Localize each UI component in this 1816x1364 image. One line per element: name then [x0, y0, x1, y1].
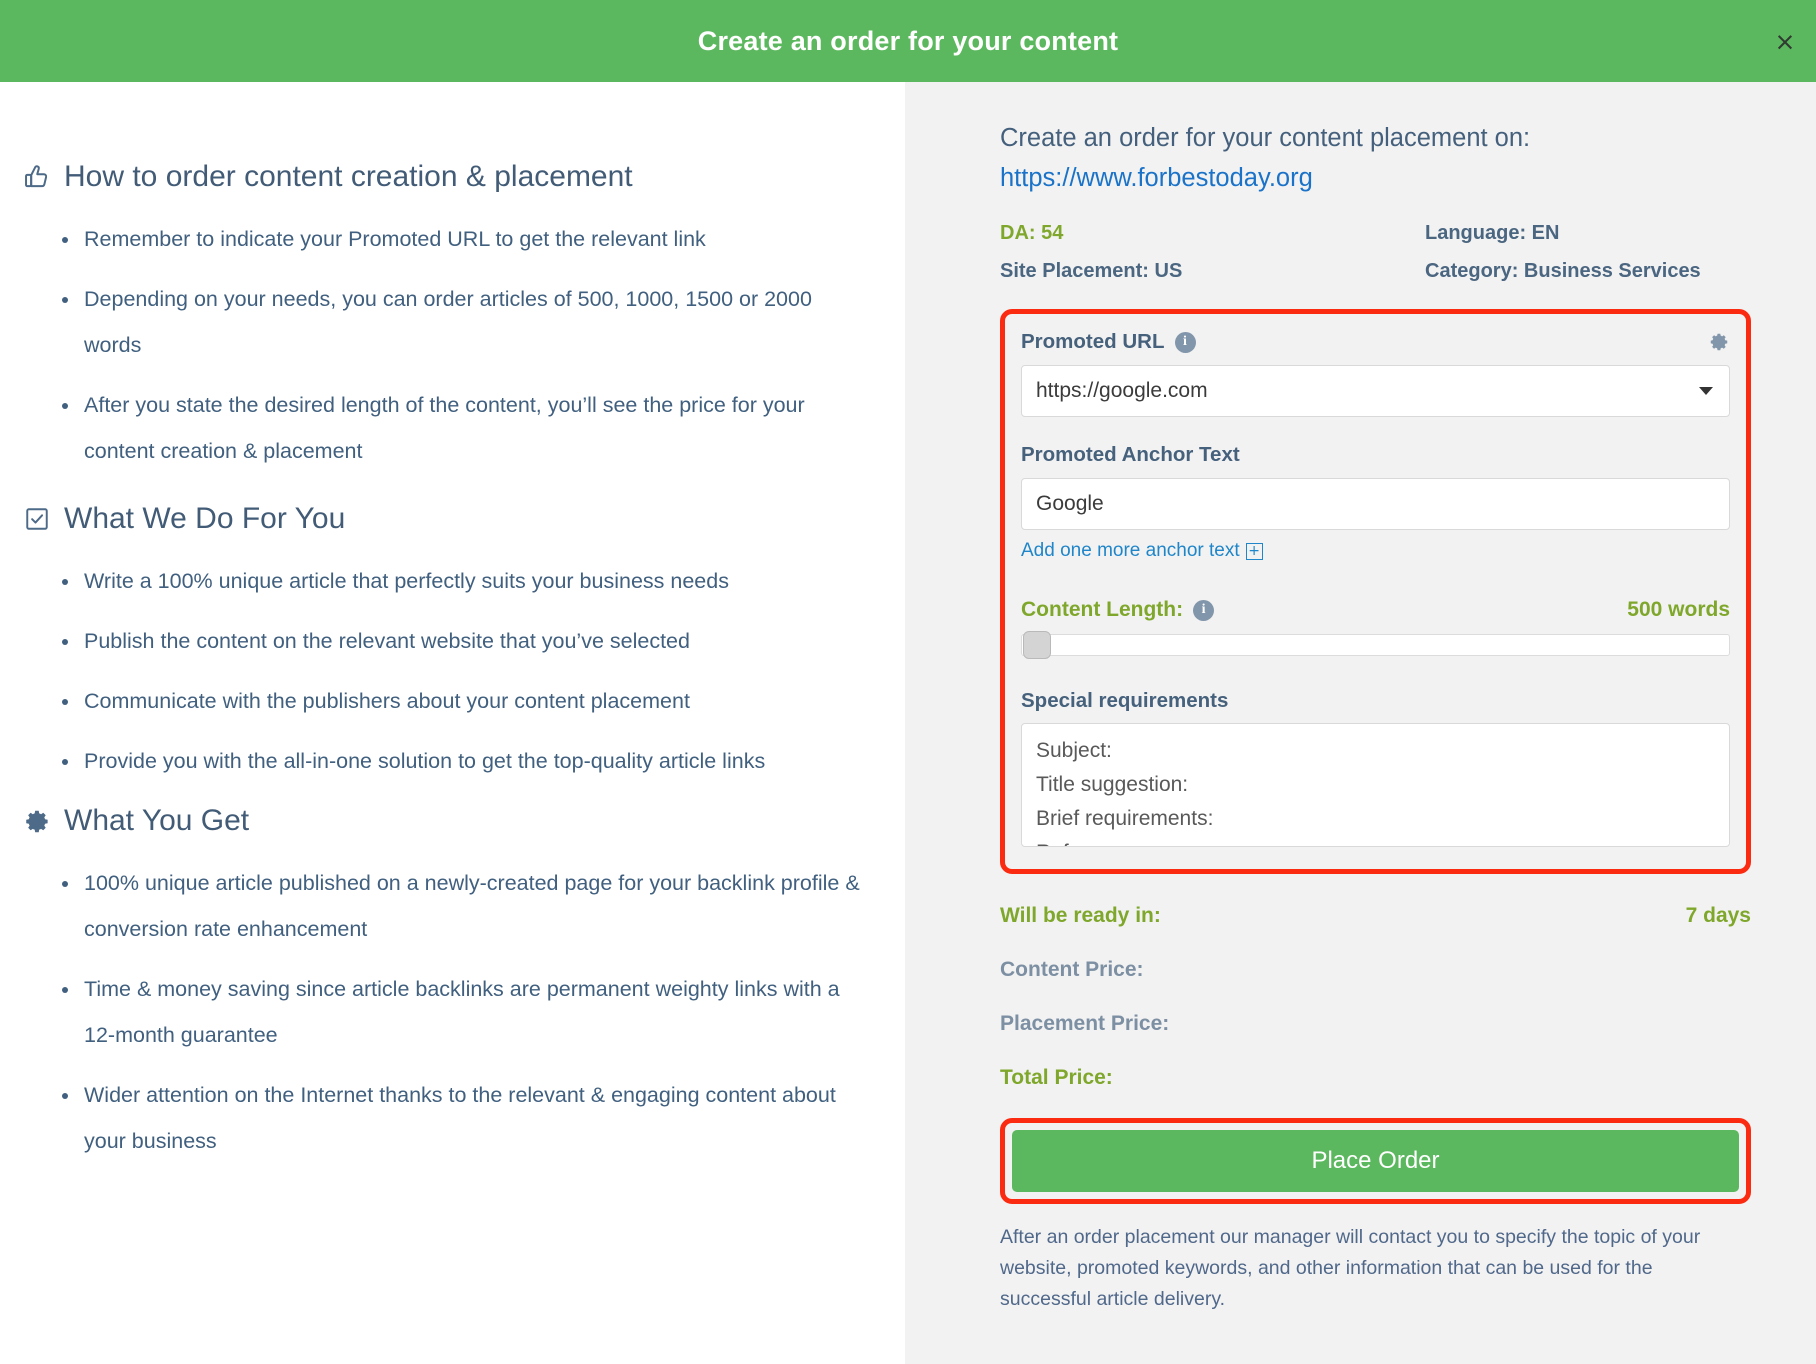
- content-length-value: 500 words: [1627, 598, 1730, 621]
- ready-in-row: Will be ready in: 7 days: [1000, 904, 1751, 928]
- placement-price-row: Placement Price:: [1000, 1012, 1170, 1035]
- ready-in-value: 7 days: [1685, 904, 1751, 927]
- close-icon[interactable]: ×: [1768, 24, 1802, 58]
- list-item: Communicate with the publishers about yo…: [62, 678, 874, 724]
- content-price-row: Content Price:: [1000, 958, 1144, 981]
- content-length-label-text: Content Length:: [1021, 598, 1184, 621]
- anchor-text-label: Promoted Anchor Text: [1021, 443, 1240, 466]
- place-order-highlight: Place Order: [1000, 1118, 1751, 1204]
- chevron-down-icon: [1699, 387, 1713, 395]
- site-meta: DA: 54 Language: EN Site Placement: US C…: [1000, 222, 1751, 283]
- content-length-row: Content Length: i 500 words: [1021, 598, 1730, 622]
- order-heading: Create an order for your content placeme…: [1000, 124, 1531, 152]
- list-item: After you state the desired length of th…: [62, 382, 874, 474]
- ready-in-label: Will be ready in:: [1000, 904, 1161, 927]
- section-title: How to order content creation & placemen…: [64, 160, 633, 193]
- list-item: Depending on your needs, you can order a…: [62, 276, 874, 368]
- section-heading: What We Do For You: [22, 502, 882, 536]
- gear-icon: [22, 806, 52, 836]
- list-item: Publish the content on the relevant webs…: [62, 618, 874, 664]
- slider-handle[interactable]: [1023, 631, 1051, 659]
- anchor-text-input[interactable]: Google: [1021, 478, 1730, 530]
- plus-icon: +: [1245, 542, 1263, 560]
- list-item: 100% unique article published on a newly…: [62, 860, 874, 952]
- settings-gear-icon[interactable]: [1708, 331, 1730, 353]
- add-anchor-text-link[interactable]: Add one more anchor text +: [1021, 540, 1263, 562]
- section-heading: How to order content creation & placemen…: [22, 160, 882, 194]
- order-form-panel: Create an order for your content placeme…: [905, 82, 1816, 1364]
- slider-track[interactable]: [1021, 634, 1730, 656]
- highlighted-form-box: Promoted URL i https://google.com Promot…: [1000, 309, 1751, 874]
- section-how-to-order: How to order content creation & placemen…: [22, 160, 882, 488]
- promoted-url-label-row: Promoted URL i: [1021, 330, 1730, 354]
- info-icon[interactable]: i: [1174, 331, 1196, 353]
- list-item: Write a 100% unique article that perfect…: [62, 558, 874, 604]
- content-length-label: Content Length: i: [1021, 598, 1215, 622]
- meta-site-placement: Site Placement: US: [1000, 260, 1183, 282]
- section-title: What We Do For You: [64, 502, 346, 535]
- promoted-url-label: Promoted URL i: [1021, 330, 1196, 354]
- special-req-line: Title suggestion:: [1036, 773, 1189, 796]
- content-length-slider[interactable]: [1021, 631, 1730, 659]
- meta-da: DA: 54: [1000, 222, 1064, 244]
- page-title: Create an order for your content: [697, 25, 1119, 56]
- special-requirements-textarea[interactable]: Subject: Title suggestion: Brief require…: [1021, 723, 1730, 847]
- order-footnote: After an order placement our manager wil…: [1000, 1226, 1701, 1310]
- place-order-button[interactable]: Place Order: [1012, 1130, 1739, 1192]
- modal-header: Create an order for your content ×: [0, 0, 1816, 82]
- add-anchor-text-label: Add one more anchor text: [1021, 540, 1240, 561]
- list-item: Remember to indicate your Promoted URL t…: [62, 216, 874, 262]
- promoted-url-value: https://google.com: [1036, 379, 1208, 402]
- checkbox-checked-icon: [22, 504, 52, 534]
- meta-language: Language: EN: [1425, 222, 1560, 244]
- section-title: What You Get: [64, 804, 250, 837]
- bullet-list: 100% unique article published on a newly…: [22, 860, 882, 1164]
- meta-category: Category: Business Services: [1425, 260, 1701, 282]
- section-what-we-do: What We Do For You Write a 100% unique a…: [22, 502, 882, 798]
- total-price-row: Total Price:: [1000, 1066, 1113, 1089]
- modal-body: How to order content creation & placemen…: [0, 82, 1816, 1364]
- list-item: Time & money saving since article backli…: [62, 966, 874, 1058]
- list-item: Provide you with the all-in-one solution…: [62, 738, 874, 784]
- info-panel: How to order content creation & placemen…: [0, 82, 905, 1364]
- site-url-link[interactable]: https://www.forbestoday.org: [1000, 160, 1751, 196]
- thumbs-up-icon: [22, 162, 52, 192]
- bullet-list: Write a 100% unique article that perfect…: [22, 558, 882, 784]
- special-req-line: Subject:: [1036, 739, 1112, 762]
- special-req-line: Brief requirements:: [1036, 807, 1214, 830]
- special-req-line: Reference:: [1036, 836, 1715, 846]
- special-requirements-label: Special requirements: [1021, 689, 1229, 712]
- order-modal: Create an order for your content × How t…: [0, 0, 1816, 1364]
- anchor-text-value: Google: [1036, 492, 1104, 515]
- section-heading: What You Get: [22, 804, 882, 838]
- list-item: Wider attention on the Internet thanks t…: [62, 1072, 874, 1164]
- promoted-url-label-text: Promoted URL: [1021, 330, 1165, 353]
- promoted-url-select[interactable]: https://google.com: [1021, 365, 1730, 417]
- info-icon[interactable]: i: [1193, 599, 1215, 621]
- bullet-list: Remember to indicate your Promoted URL t…: [22, 216, 882, 474]
- section-what-you-get: What You Get 100% unique article publish…: [22, 804, 882, 1178]
